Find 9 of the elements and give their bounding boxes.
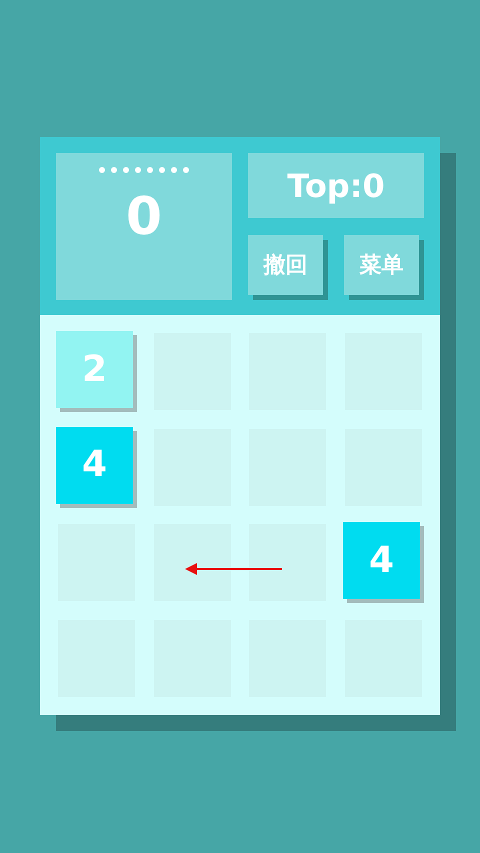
- best-score: Top:0: [248, 153, 424, 218]
- number-tile: 2: [56, 331, 133, 408]
- score-value: 0: [126, 191, 162, 243]
- menu-button[interactable]: 撤回: [248, 235, 323, 295]
- left-arrow-icon: [185, 563, 282, 575]
- number-tile: 4: [343, 522, 420, 600]
- dots-icon: [99, 167, 189, 173]
- menu-button[interactable]: 菜单: [344, 235, 419, 295]
- number-tile: 4: [56, 426, 133, 504]
